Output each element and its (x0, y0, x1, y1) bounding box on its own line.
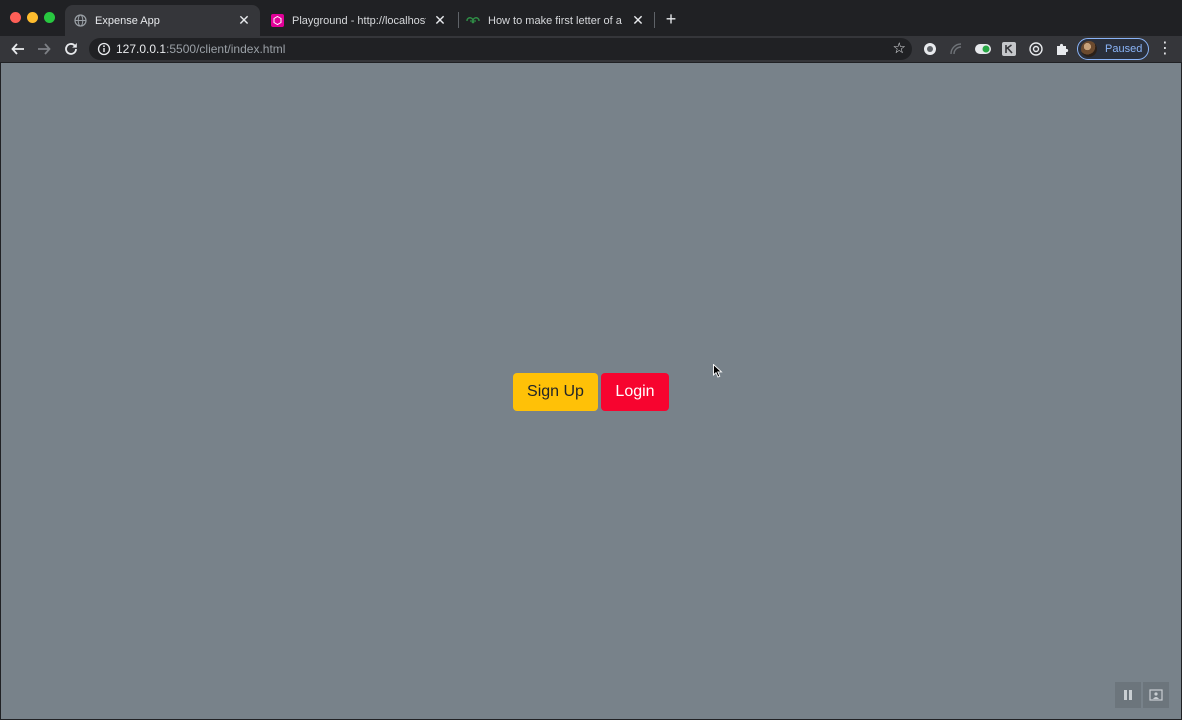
close-tab-icon[interactable]: ✕ (432, 12, 448, 29)
url-path: :5500/client/index.html (166, 42, 286, 56)
close-tab-icon[interactable]: ✕ (630, 12, 646, 29)
globe-icon (73, 14, 87, 28)
mouse-cursor-icon (713, 364, 723, 378)
avatar (1081, 41, 1097, 57)
extension-ghost-icon[interactable] (922, 41, 938, 57)
picture-in-picture-button[interactable] (1143, 682, 1169, 708)
extension-toggle-icon[interactable] (975, 41, 991, 57)
tab-strip: Expense App ✕ Playground - http://localh… (0, 0, 1182, 36)
extension-wave-icon[interactable] (948, 41, 964, 57)
reload-button[interactable] (60, 38, 82, 60)
graphql-icon (270, 14, 284, 28)
tab-how-to[interactable]: How to make first letter of a stri ✕ (458, 5, 654, 36)
forward-button[interactable] (33, 38, 55, 60)
tab-expense-app[interactable]: Expense App ✕ (65, 5, 260, 36)
site-info-icon[interactable] (97, 42, 111, 56)
profile-status-label: Paused (1105, 43, 1143, 55)
tab-separator (654, 12, 655, 28)
minimize-window-button[interactable] (27, 12, 38, 23)
pause-button[interactable] (1115, 682, 1141, 708)
pause-icon (1124, 690, 1132, 700)
close-window-button[interactable] (10, 12, 21, 23)
address-bar[interactable]: 127.0.0.1:5500/client/index.html ☆ (89, 38, 912, 60)
maximize-window-button[interactable] (44, 12, 55, 23)
tab-title: How to make first letter of a stri (488, 14, 624, 27)
back-button[interactable] (7, 38, 29, 60)
page-content: Sign Up Login (1, 63, 1181, 719)
extension-target-icon[interactable] (1028, 41, 1044, 57)
browser-window: Expense App ✕ Playground - http://localh… (0, 0, 1182, 720)
extension-k-icon[interactable] (1001, 41, 1017, 57)
back-arrow-icon (11, 43, 24, 55)
extensions-puzzle-icon[interactable] (1054, 41, 1070, 57)
bookmark-star-icon[interactable]: ☆ (893, 41, 906, 57)
login-button[interactable]: Login (601, 373, 669, 411)
gfg-icon (466, 14, 480, 28)
tab-playground[interactable]: Playground - http://localhost:4 ✕ (262, 5, 456, 36)
signup-button[interactable]: Sign Up (513, 373, 598, 411)
tab-title: Playground - http://localhost:4 (292, 14, 426, 27)
close-tab-icon[interactable]: ✕ (236, 12, 252, 29)
tab-title: Expense App (95, 14, 160, 27)
reload-icon (65, 43, 77, 55)
new-tab-button[interactable]: + (662, 9, 680, 29)
profile-button[interactable]: Paused (1077, 38, 1149, 60)
forward-arrow-icon (38, 43, 51, 55)
presentation-icon (1149, 689, 1163, 701)
url-text: 127.0.0.1:5500/client/index.html (116, 42, 285, 56)
browser-menu-icon[interactable]: ⋮ (1157, 40, 1173, 58)
url-host: 127.0.0.1 (116, 42, 167, 56)
